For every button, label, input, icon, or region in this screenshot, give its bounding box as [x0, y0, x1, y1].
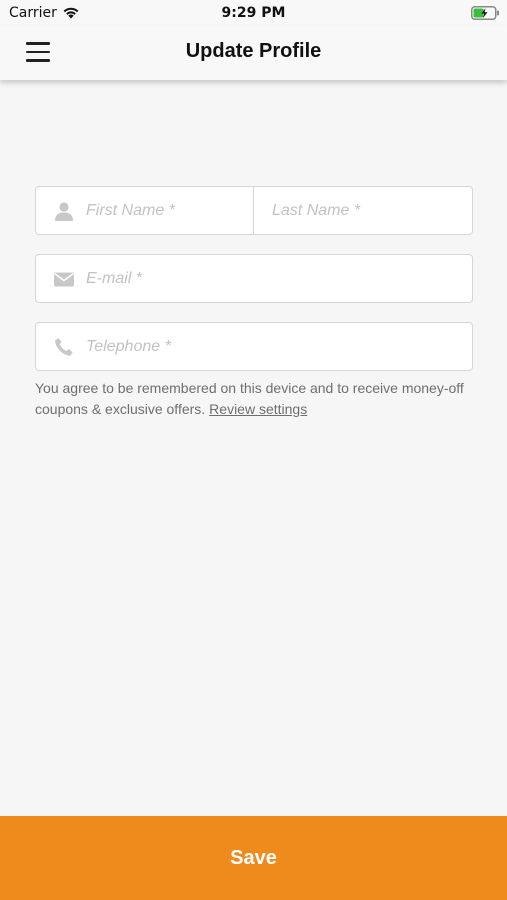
email-input[interactable] — [86, 255, 472, 302]
battery-charging-icon — [471, 6, 499, 20]
last-name-field[interactable] — [254, 186, 473, 235]
telephone-input[interactable] — [86, 323, 472, 370]
last-name-input[interactable] — [272, 187, 472, 234]
first-name-input[interactable] — [86, 187, 253, 234]
page-title: Update Profile — [185, 40, 322, 62]
telephone-field[interactable] — [35, 322, 473, 371]
status-time: 9:29 PM — [221, 5, 286, 21]
name-row — [35, 186, 473, 235]
first-name-field[interactable] — [35, 186, 254, 235]
status-bar: Carrier 9:29 PM — [0, 0, 507, 26]
envelope-icon — [54, 272, 74, 286]
person-icon — [55, 201, 73, 221]
nav-bar: Update Profile — [0, 26, 507, 80]
review-settings-link[interactable]: Review settings — [209, 401, 307, 417]
consent-notice: You agree to be remembered on this devic… — [35, 378, 475, 420]
save-button[interactable]: Save — [0, 816, 507, 900]
profile-form: You agree to be remembered on this devic… — [35, 186, 473, 420]
phone-icon — [55, 337, 73, 356]
email-field[interactable] — [35, 254, 473, 303]
